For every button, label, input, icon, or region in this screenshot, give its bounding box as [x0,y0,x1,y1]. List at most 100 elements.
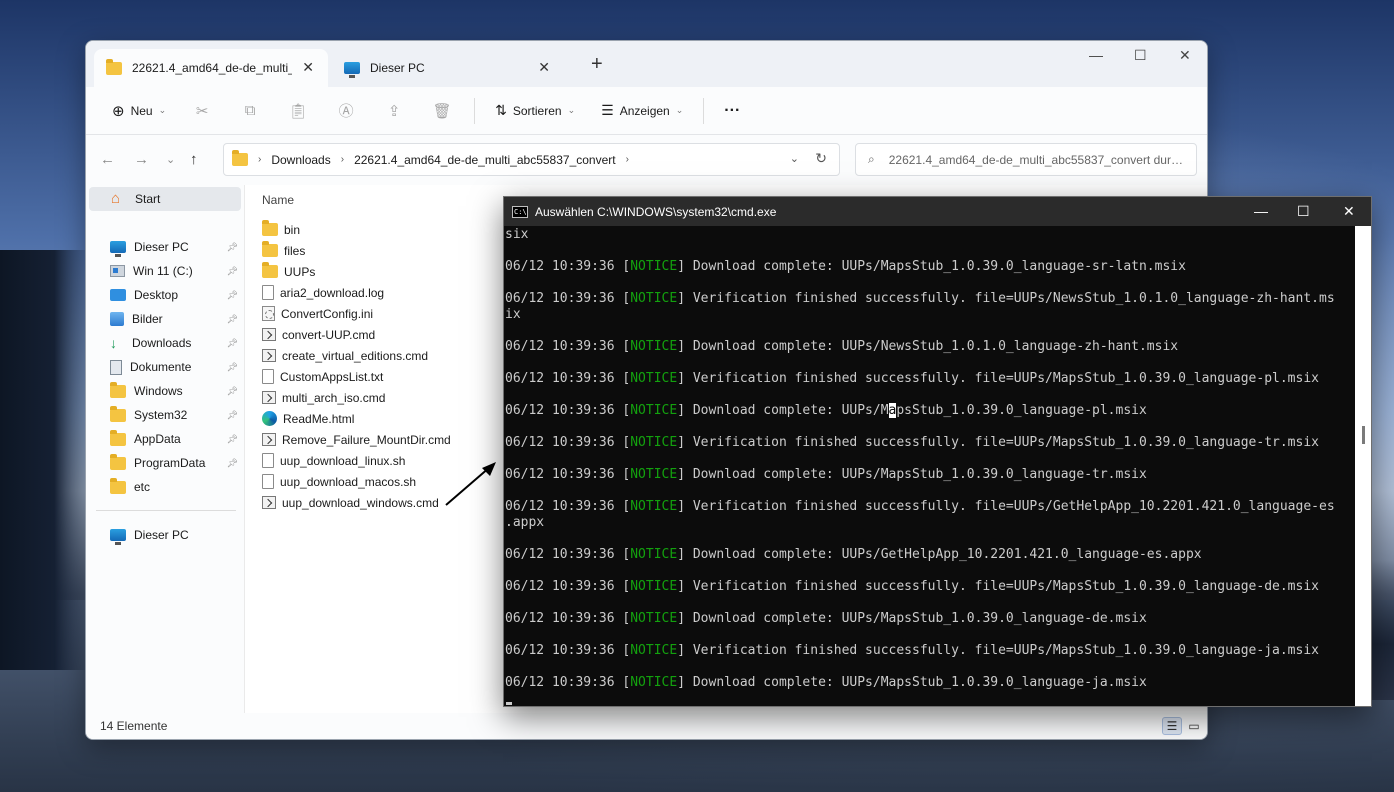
pin-icon[interactable]: 📌︎ [227,338,238,349]
console-line: 06/12 10:39:36 [NOTICE] Download complet… [505,547,1202,563]
pin-icon[interactable]: 📌︎ [227,458,238,469]
list-item[interactable]: convert-UUP.cmd [262,324,375,345]
bracket: ] [677,579,686,594]
details-view-icon[interactable]: ☰ [1162,717,1182,735]
list-item[interactable]: ConvertConfig.ini [262,303,373,324]
console-timestamp: 06/12 10:39:36 [505,339,623,354]
pin-icon[interactable]: 📌︎ [227,242,238,253]
console-scrollbar[interactable] [1355,226,1371,706]
console-timestamp: 06/12 10:39:36 [505,291,623,306]
sidebar-item-appdata[interactable]: AppData 📌︎ [98,427,242,451]
list-item[interactable]: aria2_download.log [262,282,384,303]
sidebar-item-system32[interactable]: System32 📌︎ [98,403,242,427]
console-line: 06/12 10:39:36 [NOTICE] Download complet… [505,403,1147,419]
cut-icon[interactable]: ✂ [186,95,218,127]
delete-icon[interactable]: 🗑︎ [426,95,458,127]
paste-icon[interactable]: 📋︎ [282,95,314,127]
close-icon[interactable]: ✕ [538,59,550,76]
console-output[interactable]: six 06/12 10:39:36 [NOTICE] Download comp… [504,226,1356,706]
close-icon[interactable]: ✕ [302,59,314,76]
script-icon [262,496,276,509]
bracket: ] [677,675,686,690]
minimize-icon[interactable]: — [1254,203,1268,219]
bracket: ] [677,403,686,418]
sidebar-item-this-pc-tree[interactable]: Dieser PC [98,523,242,547]
list-item[interactable]: UUPs [262,261,315,282]
pin-icon[interactable]: 📌︎ [227,410,238,421]
copy-icon[interactable]: ⧉ [234,95,266,127]
view-button[interactable]: ☰ Anzeigen ⌄ [595,95,689,127]
sidebar-item-win11-drive[interactable]: Win 11 (C:) 📌︎ [98,259,242,283]
address-bar[interactable]: › Downloads › 22621.4_amd64_de-de_multi_… [223,143,840,176]
console-message: Download complete: UUPs/MapsStub_1.0.39.… [685,611,1147,626]
folder-icon [110,429,126,446]
pin-icon[interactable]: 📌︎ [227,266,238,277]
console-message: Verification finished successfully. file… [685,499,1335,514]
list-item[interactable]: bin [262,219,300,240]
sidebar-item-windows[interactable]: Windows 📌︎ [98,379,242,403]
sort-button[interactable]: ⇅ Sortieren ⌄ [489,95,581,127]
sidebar-item-etc[interactable]: etc [98,475,242,499]
list-item[interactable]: uup_download_linux.sh [262,450,405,471]
sidebar-item-downloads[interactable]: ↓ Downloads 📌︎ [98,331,242,355]
console-line: 06/12 10:39:36 [NOTICE] Verification fin… [505,499,1335,515]
list-item[interactable]: multi_arch_iso.cmd [262,387,385,408]
script-icon [262,349,276,362]
sidebar-item-bilder[interactable]: Bilder 📌︎ [98,307,242,331]
close-icon[interactable]: ✕ [1343,203,1355,220]
share-icon[interactable]: ⇪ [378,95,410,127]
console-line: 06/12 10:39:36 [NOTICE] Download complet… [505,259,1186,275]
sidebar-item-programdata[interactable]: ProgramData 📌︎ [98,451,242,475]
new-tab-icon[interactable]: + [591,53,603,76]
scrollbar-thumb[interactable] [1362,426,1365,444]
pin-icon[interactable]: 📌︎ [227,314,238,325]
console-message: Verification finished successfully. file… [685,371,1319,386]
list-item[interactable]: CustomAppsList.txt [262,366,383,387]
back-arrow-icon[interactable]: ← [100,151,115,168]
pin-icon[interactable]: 📌︎ [227,290,238,301]
maximize-icon[interactable]: ☐ [1297,203,1310,220]
pin-icon[interactable]: 📌︎ [227,362,238,373]
tiles-view-icon[interactable]: ▭ [1184,717,1204,735]
sidebar-item-desktop[interactable]: Desktop 📌︎ [98,283,242,307]
sidebar-item-dieser-pc[interactable]: Dieser PC 📌︎ [98,235,242,259]
sidebar-item-dokumente[interactable]: Dokumente 📌︎ [98,355,242,379]
cmd-title-bar[interactable]: C:\ Auswählen C:\WINDOWS\system32\cmd.ex… [504,197,1371,226]
maximize-icon[interactable]: ☐ [1134,47,1147,64]
search-box[interactable]: ⌕ 22621.4_amd64_de-de_multi_abc55837_con… [855,143,1197,176]
pin-icon[interactable]: 📌︎ [227,434,238,445]
sidebar-item-label: Dieser PC [134,240,189,254]
console-line: 06/12 10:39:36 [NOTICE] Download complet… [505,675,1147,691]
tab-this-pc[interactable]: Dieser PC ✕ [332,49,564,87]
more-options-button[interactable]: ··· [718,95,746,127]
address-dropdown-icon[interactable]: ⌄ [790,152,799,165]
new-button[interactable]: ⊕ Neu ⌄ [106,95,172,127]
sidebar-item-start[interactable]: ⌂ Start [89,187,241,211]
file-name: uup_download_macos.sh [280,474,417,489]
up-arrow-icon[interactable]: ↑ [190,151,198,168]
console-message: psStub_1.0.39.0_language-pl.msix [896,403,1147,418]
recent-chevron-icon[interactable]: ⌄ [166,153,175,166]
pane-separator [244,185,245,715]
rename-icon[interactable]: Ⓐ [330,95,362,127]
breadcrumb-downloads[interactable]: Downloads [271,153,330,167]
refresh-icon[interactable]: ↻ [815,150,827,167]
column-header-name[interactable]: Name [262,193,294,207]
list-item[interactable]: uup_download_windows.cmd [262,492,439,513]
notice-tag: NOTICE [630,643,678,658]
pin-icon[interactable]: 📌︎ [227,386,238,397]
folder-icon [262,241,278,257]
console-timestamp: .appx [505,515,545,530]
list-item[interactable]: ReadMe.html [262,408,354,429]
list-item[interactable]: create_virtual_editions.cmd [262,345,428,366]
file-name: uup_download_linux.sh [280,453,406,468]
console-timestamp: 06/12 10:39:36 [505,403,623,418]
close-window-icon[interactable]: ✕ [1179,47,1191,64]
breadcrumb-current-folder[interactable]: 22621.4_amd64_de-de_multi_abc55837_conve… [354,153,616,167]
minimize-icon[interactable]: — [1089,47,1103,63]
list-item[interactable]: Remove_Failure_MountDir.cmd [262,429,451,450]
list-item[interactable]: uup_download_macos.sh [262,471,416,492]
tab-convert-folder[interactable]: 22621.4_amd64_de-de_multi_abc55837_conve… [94,49,328,87]
forward-arrow-icon[interactable]: → [134,151,149,168]
list-item[interactable]: files [262,240,305,261]
